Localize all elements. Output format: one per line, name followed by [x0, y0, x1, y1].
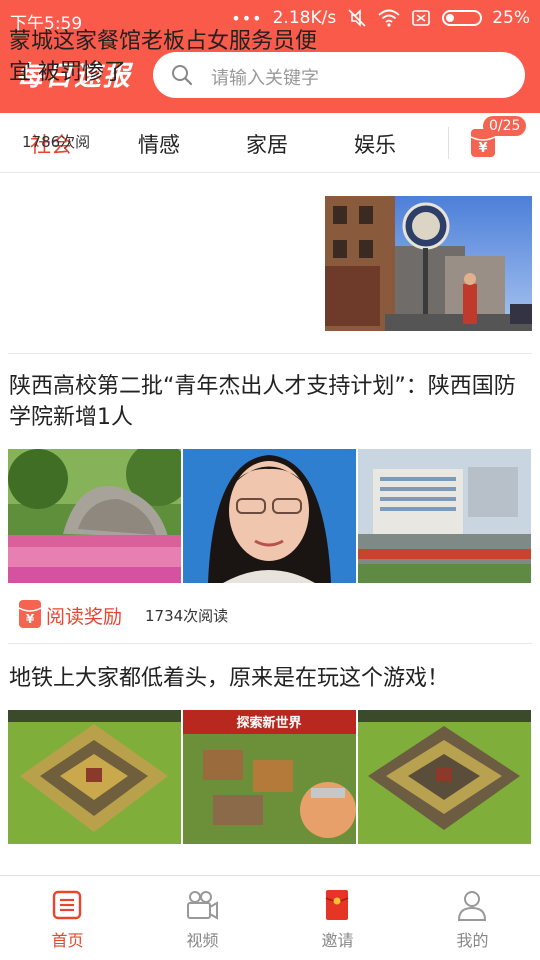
article-title-1[interactable]: 蒙城这家餐馆老板占女服务员便宜 被罚惨了 — [9, 26, 319, 88]
reward-badge-icon: ¥ — [18, 600, 42, 628]
divider — [8, 643, 532, 644]
battery-percent: 25% — [492, 8, 530, 28]
user-icon — [457, 891, 487, 921]
bottom-navigation: 首页 视频 邀请 我的 — [0, 875, 540, 960]
campus-rock-photo[interactable] — [8, 449, 181, 583]
red-envelope-icon — [325, 890, 349, 920]
article-title-2[interactable]: 陕西高校第二批“青年杰出人才支持计划”：陕西国防学院新增1人 — [9, 371, 534, 433]
nav-invite-label: 邀请 — [321, 931, 354, 950]
status-dots: ••• — [231, 8, 263, 28]
article-read-count-2: 1734次阅读 — [145, 607, 229, 625]
game-village-screenshot-2[interactable] — [358, 710, 531, 844]
restaurant-photo[interactable] — [325, 196, 532, 331]
divider — [8, 353, 532, 354]
reading-reward-label[interactable]: 阅读奖励 — [46, 602, 122, 629]
game-banner-text: 探索新世界 — [236, 715, 301, 731]
svg-text:¥: ¥ — [26, 612, 35, 626]
building-aerial-photo[interactable] — [358, 449, 531, 583]
reward-counter-badge: 0/25 — [483, 116, 527, 136]
nav-profile-label: 我的 — [456, 931, 489, 950]
network-speed: 2.18K/s — [272, 8, 337, 28]
battery-level — [446, 14, 455, 22]
nav-home-label: 首页 — [51, 931, 84, 950]
tab-home[interactable]: 家居 — [246, 129, 288, 159]
tab-entertainment[interactable]: 娱乐 — [354, 129, 396, 159]
article-read-count-1: 1786次阅 — [22, 133, 91, 151]
game-banner-screenshot[interactable]: 探索新世界 — [183, 710, 356, 844]
mute-icon — [348, 9, 366, 27]
wifi-icon — [378, 9, 400, 27]
tab-emotion[interactable]: 情感 — [138, 129, 180, 159]
game-village-screenshot-1[interactable] — [8, 710, 181, 844]
battery-icon — [442, 10, 483, 26]
video-camera-icon — [187, 891, 218, 920]
nav-home[interactable]: 首页 — [0, 876, 135, 960]
svg-text:¥: ¥ — [478, 141, 487, 156]
nav-video-label: 视频 — [186, 931, 219, 950]
nav-profile[interactable]: 我的 — [405, 876, 540, 960]
status-icons: ••• 2.18K/s 25% — [231, 8, 530, 28]
no-sim-icon — [412, 10, 431, 26]
tab-divider — [448, 127, 449, 159]
portrait-photo[interactable] — [183, 449, 356, 583]
nav-invite[interactable]: 邀请 — [270, 876, 405, 960]
article-title-3[interactable]: 地铁上大家都低着头，原来是在玩这个游戏！ — [9, 663, 534, 694]
home-icon — [52, 890, 82, 920]
nav-video[interactable]: 视频 — [135, 876, 270, 960]
